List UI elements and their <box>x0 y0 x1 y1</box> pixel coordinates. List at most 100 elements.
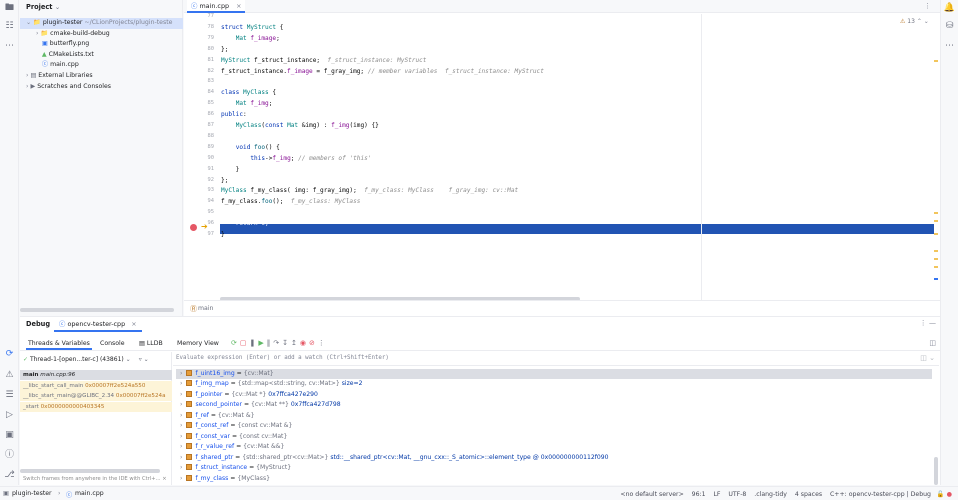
tab-lldb[interactable]: ▤ LLDB <box>139 337 163 350</box>
variable-row[interactable]: › second_pointer = {cv::Mat **} 0x7ffca42… <box>176 400 932 410</box>
tab-console[interactable]: Console <box>100 337 125 350</box>
warning-icon[interactable]: ⚠ <box>3 369 16 382</box>
more-icon[interactable]: ⋯ <box>943 40 956 53</box>
thread-selector[interactable]: ✓ Thread-1-[open...ter-c] (43861) ⌄ ▿ ⌄ <box>23 354 149 365</box>
breakpoint-icon[interactable] <box>190 224 197 231</box>
chevron-right-icon[interactable]: › <box>180 464 182 471</box>
stack-frame[interactable]: __libc_start_call_main 0x00007ff2e524a55… <box>20 380 172 391</box>
variable-row[interactable]: › f_uint16_img = {cv::Mat} <box>176 369 932 380</box>
step-out-icon[interactable]: ↥ <box>291 339 300 347</box>
close-icon[interactable]: × <box>131 320 136 328</box>
stack-frame[interactable]: main main.cpp:96 <box>20 370 172 380</box>
chevron-right-icon[interactable]: › <box>20 30 38 37</box>
more-icon[interactable]: ⋯ <box>3 40 16 53</box>
status-crumb-file[interactable]: main.cpp <box>75 490 104 497</box>
database-icon[interactable]: ⛁ <box>943 20 956 33</box>
more-icon[interactable]: ⋮ <box>924 2 931 10</box>
layout-icon[interactable]: ◫ <box>929 339 936 347</box>
chevron-right-icon[interactable]: › <box>180 422 182 429</box>
project-title[interactable]: Project ⌄ <box>26 3 60 11</box>
services-icon[interactable]: ▷ <box>3 409 16 422</box>
variable-row[interactable]: › f_const_var = {const cv::Mat} <box>176 432 932 442</box>
variable-row[interactable]: › f_r_value_ref = {cv::Mat &&} <box>176 442 932 452</box>
stack-frame[interactable]: __libc_start_main@@GLIBC_2.34 0x00007ff2… <box>20 391 172 401</box>
problems-icon[interactable]: ⓘ <box>3 449 16 462</box>
chevron-right-icon[interactable]: › <box>20 83 28 90</box>
chevron-right-icon[interactable]: › <box>180 391 182 398</box>
error-icon[interactable]: ● <box>947 491 952 498</box>
tab-main-cpp[interactable]: ⓒ main.cpp × <box>187 0 246 13</box>
frame-location: main.cpp:96 <box>40 372 76 378</box>
notifications-icon[interactable]: 🔔 <box>943 2 956 15</box>
chevron-down-icon[interactable]: ⌄ <box>20 19 31 26</box>
stack-frame[interactable]: _start 0x0000000000403345 <box>20 401 172 412</box>
chevron-right-icon[interactable]: › <box>180 433 182 440</box>
terminal-icon[interactable]: ▣ <box>3 429 16 442</box>
debug-icon[interactable]: ⟳ <box>3 348 16 361</box>
structure-icon[interactable]: ☷ <box>3 20 16 33</box>
chevron-right-icon[interactable] <box>20 40 40 47</box>
stop-icon[interactable]: ▢ <box>240 339 250 347</box>
tree-item[interactable]: › 📁 cmake-build-debug <box>20 29 183 40</box>
status-position[interactable]: 96:1 <box>692 491 706 498</box>
tree-item[interactable]: ⌄ 📁 plugin-tester ~/CLionProjects/plugin… <box>20 18 183 29</box>
chevron-right-icon[interactable]: › <box>180 443 182 450</box>
variable-row[interactable]: › f_shared_ptr = {std::shared_ptr<cv::Mat… <box>176 453 932 463</box>
status-server[interactable]: <no default server> <box>620 491 683 498</box>
chevron-right-icon[interactable] <box>20 61 40 68</box>
tree-item[interactable]: › ▤ External Libraries <box>20 71 183 82</box>
variable-row[interactable]: › f_ref = {cv::Mat &} <box>176 411 932 421</box>
tree-item[interactable]: ▣ butterfly.png <box>20 39 183 50</box>
view-breakpoints-icon[interactable]: ◉ <box>300 339 309 347</box>
chevron-right-icon[interactable]: › <box>180 380 182 387</box>
cpp-config-icon: ⓒ <box>59 320 66 328</box>
todo-icon[interactable]: ☰ <box>3 389 16 402</box>
tab-memory-view[interactable]: Memory View <box>177 337 219 350</box>
horizontal-scrollbar[interactable] <box>20 308 174 312</box>
variable-row[interactable]: › f_const_ref = {const cv::Mat &} <box>176 421 932 431</box>
tree-item[interactable]: ▲ CMakeLists.txt <box>20 50 183 61</box>
git-icon[interactable]: ⎇ <box>3 469 16 482</box>
variable-row[interactable]: › f_pointer = {cv::Mat *} 0x7ffca427e290 <box>176 390 932 400</box>
filter-icon[interactable]: ▿ <box>139 356 142 363</box>
status-crumb-project[interactable]: plugin-tester <box>12 490 52 497</box>
step-over-icon[interactable]: ↷ <box>273 339 282 347</box>
chevron-right-icon[interactable]: › <box>20 72 28 79</box>
status-clang-tidy[interactable]: .clang-tidy <box>754 491 787 498</box>
folder-icon[interactable]: 🖿 <box>3 2 16 15</box>
chevron-right-icon[interactable]: › <box>180 370 182 377</box>
breadcrumb-item[interactable]: main <box>198 305 213 312</box>
add-watch-icon[interactable]: ◫ ⌄ <box>920 354 935 362</box>
chevron-right-icon[interactable]: › <box>180 412 182 419</box>
status-encoding[interactable]: UTF-8 <box>728 491 746 498</box>
status-line-ending[interactable]: LF <box>713 491 720 498</box>
more-icon[interactable]: ⋮ <box>318 339 328 347</box>
rerun-icon[interactable]: ⟳ <box>231 339 240 347</box>
tab-debug-config[interactable]: ⓒ opencv-tester-cpp × <box>54 317 142 332</box>
variable-row[interactable]: › f_img_map = {std::map<std::string, cv::… <box>176 379 932 389</box>
chevron-right-icon[interactable] <box>20 51 40 58</box>
variable-row[interactable]: › f_struct_instance = {MyStruct} <box>176 463 932 473</box>
line-number: 85 <box>207 100 215 107</box>
chevron-right-icon[interactable]: › <box>180 475 182 482</box>
chevron-right-icon[interactable]: › <box>180 454 182 461</box>
close-icon[interactable]: × <box>162 476 166 482</box>
code-area[interactable]: 77 78 struct MyStruct {79 Mat f_image; 80};… <box>184 13 940 300</box>
horizontal-scrollbar[interactable] <box>20 469 160 473</box>
variable-row[interactable]: › f_my_class = {MyClass} <box>176 474 932 484</box>
resume-icon[interactable]: ▶ <box>258 339 266 347</box>
chevron-down-icon[interactable]: ⌄ <box>144 356 149 363</box>
vertical-scrollbar[interactable] <box>934 457 938 485</box>
panel-options[interactable]: ⋮ — <box>920 319 936 327</box>
tab-threads-variables[interactable]: Threads & Variables <box>26 337 92 350</box>
close-icon[interactable]: × <box>236 2 241 10</box>
status-context[interactable]: C++: opencv-tester-cpp | Debug <box>830 491 931 498</box>
evaluate-input[interactable]: Evaluate expression (Enter) or add a wat… <box>176 355 389 361</box>
tree-item[interactable]: ⓒ main.cpp <box>20 60 183 71</box>
mute-breakpoints-icon[interactable]: ⊘ <box>309 339 318 347</box>
tree-item[interactable]: › ▶ Scratches and Consoles <box>20 82 183 93</box>
status-indent[interactable]: 4 spaces <box>795 491 822 498</box>
chevron-right-icon[interactable]: › <box>180 401 182 408</box>
step-into-icon[interactable]: ↧ <box>282 339 291 347</box>
lock-icon[interactable]: 🔓 <box>937 491 945 498</box>
